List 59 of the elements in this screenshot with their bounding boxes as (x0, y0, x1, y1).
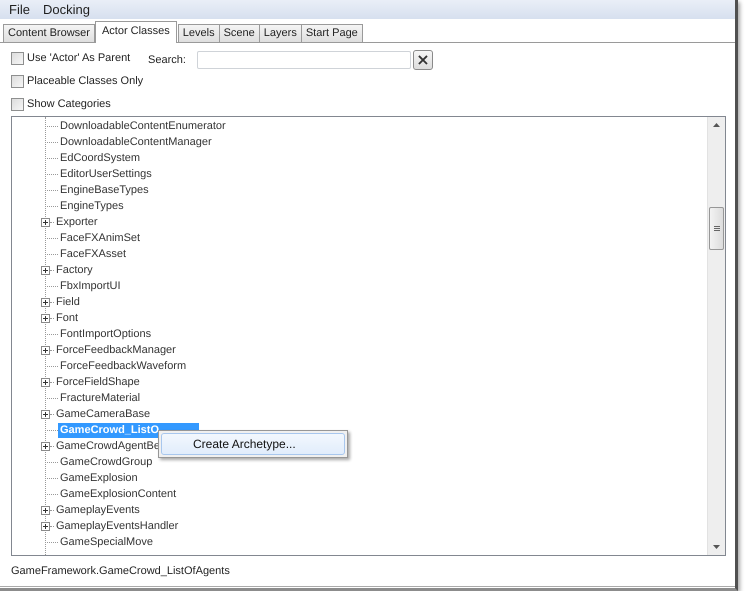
checkbox[interactable] (11, 98, 24, 110)
expand-icon[interactable] (41, 218, 50, 226)
tree-item[interactable]: GameExplosion (58, 470, 140, 486)
tree-item[interactable]: Field (54, 294, 82, 310)
search-label: Search: (148, 54, 186, 66)
scroll-down-icon[interactable] (713, 545, 720, 549)
scrollbar[interactable] (707, 117, 725, 555)
tab[interactable]: Actor Classes (94, 21, 177, 43)
tree-item[interactable]: GameplayEventsHandler (54, 518, 180, 534)
tree-item[interactable]: FaceFXAsset (58, 246, 128, 262)
search-field[interactable] (196, 51, 411, 69)
expand-icon[interactable] (41, 298, 50, 306)
tree-item[interactable]: FractureMaterial (58, 390, 142, 406)
tree-item[interactable]: EdCoordSystem (58, 150, 142, 166)
tree-item[interactable]: GameSpecialMove (58, 534, 155, 550)
tree-item[interactable]: ForceFieldShape (54, 374, 142, 390)
tree-item[interactable]: Factory (54, 262, 95, 278)
tab[interactable]: Start Page (300, 24, 363, 42)
menu-item[interactable]: File (3, 2, 37, 17)
checkbox[interactable] (11, 74, 24, 88)
tree-item[interactable]: GameCameraBase (54, 406, 152, 422)
scroll-up-icon[interactable] (713, 123, 720, 127)
tree-item[interactable]: Font (54, 310, 80, 326)
checkbox-label: Use 'Actor' As Parent (27, 52, 130, 64)
tree-item[interactable]: DownloadableContentManager (58, 134, 214, 150)
expand-icon[interactable] (41, 410, 50, 418)
tree-item[interactable]: EditorUserSettings (58, 166, 154, 182)
tree-item[interactable]: GameCrowdAgentBe (54, 438, 162, 454)
tree-item[interactable]: GameCrowdGroup (58, 454, 154, 470)
checkbox[interactable] (11, 52, 24, 64)
tree-item[interactable]: ForceFeedbackManager (54, 342, 178, 358)
tree-item[interactable]: EngineBaseTypes (58, 182, 151, 198)
tree-item[interactable]: EngineTypes (58, 198, 126, 214)
tree-item[interactable]: DownloadableContentEnumerator (58, 118, 228, 134)
checkbox-label: Placeable Classes Only (27, 75, 144, 87)
expand-icon[interactable] (41, 266, 50, 274)
tab[interactable]: Layers (258, 24, 302, 42)
expand-icon[interactable] (41, 442, 50, 450)
checkbox-label: Show Categories (27, 98, 111, 110)
expand-icon[interactable] (41, 346, 50, 354)
expand-icon[interactable] (41, 314, 50, 322)
tree-item[interactable]: FontImportOptions (58, 326, 154, 342)
expand-icon[interactable] (41, 378, 50, 386)
menu-item[interactable]: Docking (36, 2, 97, 17)
scroll-thumb[interactable] (709, 207, 724, 250)
menu-item[interactable]: Create Archetype... (161, 433, 345, 455)
tree-item[interactable]: Exporter (54, 214, 100, 230)
tree-item[interactable]: GameExplosionContent (58, 486, 178, 502)
expand-icon[interactable] (41, 522, 50, 530)
tab[interactable]: Content Browser (3, 24, 95, 42)
tab[interactable]: Scene (218, 24, 260, 42)
tree-item[interactable]: FaceFXAnimSet (58, 230, 142, 246)
clear-button[interactable]: × (412, 50, 433, 70)
tree-item[interactable]: ForceFeedbackWaveform (58, 358, 188, 374)
tree-item[interactable]: GameplayEvents (54, 502, 142, 518)
status-text: GameFramework.GameCrowd_ListOfAgents (11, 565, 230, 577)
tab[interactable]: Levels (178, 24, 220, 42)
tree-item[interactable]: FbxImportUI (58, 278, 123, 294)
expand-icon[interactable] (41, 506, 50, 514)
